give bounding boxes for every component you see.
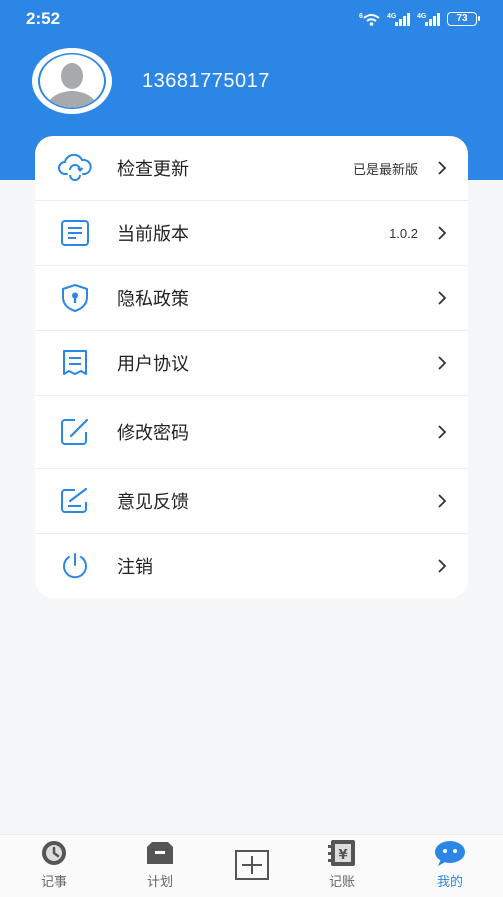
yen-book-icon: ¥ <box>328 840 355 866</box>
edit-square-icon <box>57 414 93 450</box>
menu-item-privacy-policy[interactable]: 隐私政策 <box>35 266 468 330</box>
signal-icon-1: 4G <box>387 13 410 26</box>
tab-plan[interactable]: 计划 <box>120 839 200 890</box>
chevron-right-icon <box>438 291 447 305</box>
status-bar: 2:52 6 4G 4G 73 <box>0 0 503 38</box>
menu-item-label: 修改密码 <box>117 423 189 444</box>
menu-item-label: 隐私政策 <box>117 289 189 310</box>
status-time: 2:52 <box>26 9 61 28</box>
tab-label: 计划 <box>146 875 173 890</box>
menu-item-feedback[interactable]: 意见反馈 <box>35 469 468 533</box>
svg-text:4G: 4G <box>387 13 397 20</box>
profile-summary[interactable]: 13681775017 <box>30 46 270 116</box>
signal-icon-2: 4G <box>417 13 440 26</box>
tab-accounting[interactable]: ¥ 记账 <box>302 839 382 890</box>
tab-label: 记事 <box>40 875 67 890</box>
chevron-right-icon <box>438 559 447 573</box>
chevron-right-icon <box>438 161 447 175</box>
svg-text:¥: ¥ <box>338 848 347 863</box>
chevron-right-icon <box>438 494 447 508</box>
svg-text:4G: 4G <box>417 13 427 20</box>
tab-notes[interactable]: 记事 <box>14 839 94 890</box>
wifi-icon: 6 <box>359 13 380 26</box>
menu-item-current-version[interactable]: 当前版本 1.0.2 <box>35 201 468 265</box>
menu-item-value: 1.0.2 <box>389 225 418 241</box>
status-icons: 6 4G 4G 73 <box>359 11 480 27</box>
svg-text:6: 6 <box>359 13 363 20</box>
tab-mine[interactable]: 我的 <box>410 839 490 890</box>
bottom-tab-bar: 记事 计划 ¥ 记账 我的 <box>0 834 503 897</box>
plus-box-icon <box>235 850 269 880</box>
shield-lock-icon <box>57 280 93 316</box>
feedback-edit-icon <box>57 483 93 519</box>
tab-add[interactable] <box>212 849 292 881</box>
tab-label: 我的 <box>436 875 463 890</box>
power-icon <box>57 548 93 584</box>
menu-item-logout[interactable]: 注销 <box>35 534 468 598</box>
battery-indicator: 73 <box>447 12 480 26</box>
user-avatar-icon[interactable] <box>30 46 114 116</box>
menu-item-user-agreement[interactable]: 用户协议 <box>35 331 468 395</box>
chevron-right-icon <box>438 226 447 240</box>
menu-item-label: 用户协议 <box>117 354 189 375</box>
menu-item-label: 注销 <box>117 557 153 578</box>
chevron-right-icon <box>438 356 447 370</box>
clock-icon <box>42 841 66 865</box>
chevron-right-icon <box>438 425 447 439</box>
menu-item-change-password[interactable]: 修改密码 <box>35 396 468 468</box>
menu-item-label: 意见反馈 <box>117 492 189 513</box>
user-phone: 13681775017 <box>142 69 270 92</box>
menu-item-label: 检查更新 <box>117 159 189 180</box>
cloud-refresh-icon <box>57 150 93 186</box>
menu-item-check-update[interactable]: 检查更新 已是最新版 <box>35 136 468 200</box>
tab-label: 记账 <box>328 875 355 890</box>
agreement-doc-icon <box>57 345 93 381</box>
settings-card: 检查更新 已是最新版 当前版本 1.0.2 隐私政策 用户协议 修改密码 意见反… <box>35 136 468 598</box>
menu-item-value: 已是最新版 <box>352 161 418 177</box>
document-lines-icon <box>57 215 93 251</box>
profile-screen: 2:52 6 4G 4G 73 13681775017 检查更新 已是最新版 当… <box>0 0 503 897</box>
menu-item-label: 当前版本 <box>117 224 189 245</box>
chat-face-icon <box>435 841 465 866</box>
folder-icon <box>147 842 173 864</box>
